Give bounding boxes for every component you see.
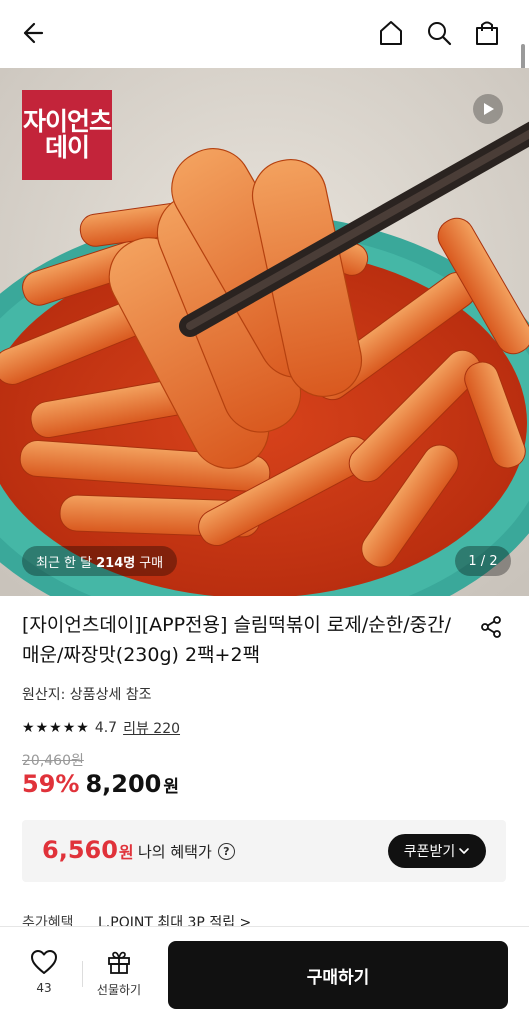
benefit-label: 나의 혜택가 bbox=[138, 843, 212, 861]
coupon-button[interactable]: 쿠폰받기 bbox=[388, 834, 486, 868]
star-rating: ★ ★ ★ ★ ★ bbox=[22, 721, 89, 735]
heart-icon bbox=[31, 950, 57, 974]
extra-benefit-row[interactable]: 추가혜택 L.POINT 최대 3P 적립 > bbox=[22, 908, 506, 926]
star-icon: ★ bbox=[49, 720, 62, 736]
purchase-count: 214명 bbox=[96, 555, 136, 571]
coupon-button-label: 쿠폰받기 bbox=[403, 844, 456, 860]
star-icon: ★ bbox=[76, 720, 89, 736]
product-image-carousel[interactable]: 자이언츠 데이 최근 한 달 214명 구매 1 / 2 bbox=[0, 68, 529, 596]
benefit-price-unit: 원 bbox=[118, 843, 134, 862]
shopping-bag-icon[interactable] bbox=[472, 18, 502, 48]
sale-price-unit: 원 bbox=[163, 777, 180, 797]
top-navigation-bar bbox=[0, 0, 529, 68]
star-icon: ★ bbox=[22, 720, 35, 736]
sale-price: 8,200 bbox=[85, 770, 162, 798]
star-icon: ★ bbox=[35, 720, 49, 736]
home-icon[interactable] bbox=[376, 18, 406, 48]
gift-button[interactable]: 선물하기 bbox=[92, 949, 146, 998]
star-icon: ★ bbox=[62, 720, 76, 736]
benefit-label-row: 나의 혜택가 ? bbox=[138, 841, 235, 862]
benefit-price: 6,560 원 bbox=[42, 836, 134, 864]
gift-icon bbox=[108, 951, 130, 974]
benefit-price-value: 6,560 bbox=[42, 836, 118, 864]
search-icon[interactable] bbox=[424, 18, 454, 48]
chevron-down-icon bbox=[459, 848, 470, 854]
bottom-action-bar: 43 선물하기 구매하기 bbox=[0, 926, 529, 1024]
extra-benefit-label: 추가혜택 bbox=[22, 915, 74, 926]
review-link[interactable]: 리뷰 220 bbox=[123, 718, 180, 738]
brand-logo-line1: 자이언츠 bbox=[22, 106, 112, 136]
product-title: [자이언츠데이][APP전용] 슬림떡볶이 로제/순한/중간/매운/짜장맛(23… bbox=[22, 614, 451, 666]
rating-row: ★ ★ ★ ★ ★ 4.7 리뷰 220 bbox=[22, 718, 180, 738]
arrow-left-icon[interactable] bbox=[16, 18, 46, 48]
purchase-prefix: 최근 한 달 bbox=[36, 555, 93, 571]
image-page-indicator: 1 / 2 bbox=[455, 546, 511, 576]
buy-button[interactable]: 구매하기 bbox=[168, 941, 508, 1009]
recent-purchase-badge: 최근 한 달 214명 구매 bbox=[22, 546, 178, 576]
divider bbox=[82, 961, 83, 987]
play-icon[interactable] bbox=[473, 94, 503, 124]
like-count: 43 bbox=[36, 981, 52, 995]
purchase-suffix: 구매 bbox=[139, 555, 164, 571]
extra-benefit-value: L.POINT 최대 3P 적립 > bbox=[98, 915, 252, 926]
like-button[interactable]: 43 bbox=[22, 949, 66, 995]
brand-logo-line2: 데이 bbox=[44, 133, 90, 162]
share-icon[interactable] bbox=[478, 614, 504, 640]
my-benefit-box: 6,560 원 나의 혜택가 ? 쿠폰받기 bbox=[22, 820, 506, 882]
original-price: 20,460원 bbox=[22, 753, 84, 769]
rating-value: 4.7 bbox=[94, 720, 118, 736]
country-of-origin: 원산지: 상품상세 참조 bbox=[22, 687, 152, 703]
gift-label: 선물하기 bbox=[96, 983, 142, 997]
discount-rate: 59% bbox=[22, 770, 80, 798]
price-row: 59% 8,200 원 bbox=[22, 770, 179, 798]
question-circle-icon[interactable]: ? bbox=[217, 843, 235, 860]
brand-logo: 자이언츠 데이 bbox=[22, 90, 112, 180]
